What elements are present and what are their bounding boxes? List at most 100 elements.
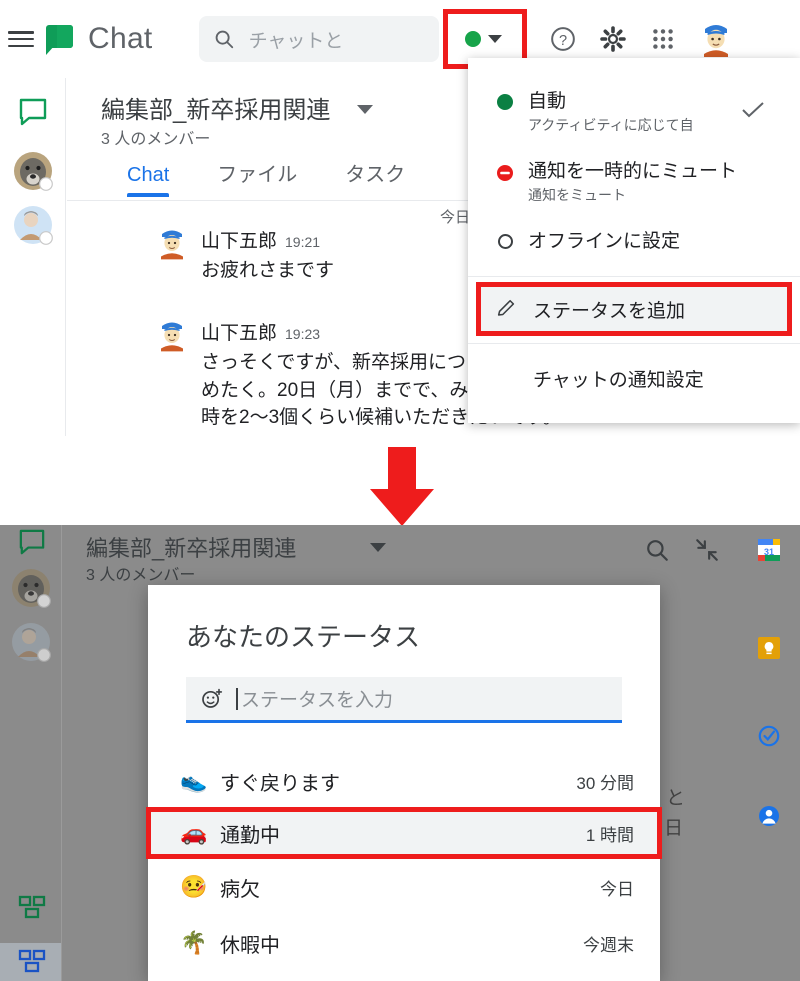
background-text-fragment: と (666, 788, 686, 809)
emoji-add-icon[interactable] (200, 687, 224, 711)
rooms-icon[interactable] (18, 895, 46, 919)
menu-item-title: 自動 (528, 91, 567, 112)
car-icon: 🚗 (180, 820, 208, 845)
rooms-icon-active[interactable] (18, 949, 46, 973)
status-option-duration: 今週末 (583, 935, 634, 955)
thread-title: 編集部_新卒採用関連 (101, 97, 331, 124)
status-dialog: あなたのステータス ステータスを入力 👟 すぐ戻ります 30 分間 🚗 通勤中 … (146, 585, 662, 981)
top-bar-icons: ? (549, 20, 733, 58)
dialog-title: あなたのステータス (186, 622, 421, 652)
chevron-down-icon[interactable] (370, 543, 386, 552)
tab-chat[interactable]: Chat (127, 164, 170, 197)
status-input-placeholder: ステータスを入力 (241, 690, 394, 711)
add-status-menu-item[interactable]: ステータスを追加 (481, 287, 787, 331)
pencil-icon (497, 299, 515, 316)
avatar-person[interactable] (10, 621, 52, 663)
red-mute-icon (492, 160, 518, 182)
message-row: 山下五郎 19:21 お疲れさまです (157, 226, 334, 285)
google-chat-logo (44, 22, 78, 56)
top-panel: Chat チャットと ? 編集部_新卒採用関連 3 人のメンバー Chat ファ… (0, 0, 800, 436)
google-contacts-icon[interactable] (758, 805, 780, 827)
google-calendar-icon[interactable]: 31 (758, 539, 780, 561)
thread-tabs: Chat ファイル タスク (127, 158, 405, 197)
chat-bubble-icon[interactable] (18, 98, 48, 126)
bottom-panel: 編集部_新卒採用関連 3 人のメンバー 31 と 日 あなたのステータス ステー… (0, 525, 800, 981)
menu-item-title: 通知を一時的にミュート (528, 161, 738, 182)
google-tasks-icon[interactable] (758, 725, 780, 747)
tab-files[interactable]: ファイル (217, 158, 297, 197)
message-text: お疲れさまです (201, 260, 335, 281)
menu-divider (468, 276, 800, 277)
message-author: 山下五郎 (201, 323, 278, 344)
collapse-icon[interactable] (694, 537, 720, 563)
account-avatar[interactable] (699, 20, 733, 58)
add-status-label: ステータスを追加 (533, 300, 686, 322)
settings-gear-icon[interactable] (599, 25, 627, 53)
menu-item-auto[interactable]: 自動 アクティビティに応じて自 (492, 90, 782, 134)
notification-settings-menu-item[interactable]: チャットの通知設定 (533, 365, 704, 392)
status-option-back-soon[interactable]: 👟 すぐ戻ります 30 分間 (148, 757, 660, 805)
thread-member-count: 3 人のメンバー (101, 131, 211, 148)
google-keep-icon[interactable] (758, 637, 780, 659)
bottom-member-count: 3 人のメンバー (86, 567, 196, 584)
menu-item-title: オフラインに設定 (528, 231, 681, 252)
status-option-duration: 今日 (600, 879, 634, 899)
search-input[interactable]: チャットと (198, 16, 439, 62)
status-button[interactable] (452, 22, 515, 56)
status-dropdown-menu: 自動 アクティビティに応じて自 通知を一時的にミュート 通知をミュート オフライ… (468, 58, 800, 423)
help-icon[interactable]: ? (549, 25, 577, 53)
search-icon[interactable] (644, 537, 670, 563)
rail-divider (61, 525, 62, 981)
chevron-down-icon (488, 35, 503, 43)
left-rail (0, 78, 66, 436)
menu-divider (468, 343, 800, 344)
message-time: 19:21 (285, 234, 321, 250)
screenshot-root: Chat チャットと ? 編集部_新卒採用関連 3 人のメンバー Chat ファ… (0, 0, 800, 981)
calendar-day-label: 31 (764, 547, 774, 557)
tab-tasks[interactable]: タスク (345, 158, 405, 197)
status-option-sick[interactable]: 🤒 病欠 今日 (148, 863, 660, 911)
status-option-commuting[interactable]: 🚗 通勤中 1 時間 (148, 809, 660, 857)
menu-item-offline[interactable]: オフラインに設定 (492, 230, 782, 254)
day-separator: 今日 (439, 209, 470, 226)
bottom-right-rail: 31 (742, 525, 800, 981)
checkmark-icon (742, 102, 764, 118)
shoe-icon: 👟 (180, 768, 208, 793)
status-option-label: 休暇中 (220, 934, 280, 957)
avatar (161, 230, 183, 260)
app-title: Chat (88, 22, 153, 55)
bottom-left-rail (0, 525, 62, 981)
search-placeholder: チャットと (248, 30, 344, 52)
sick-face-icon: 🤒 (180, 874, 208, 899)
menu-item-mute[interactable]: 通知を一時的にミュート 通知をミュート (492, 160, 782, 204)
offline-circle-icon (492, 230, 518, 249)
green-dot-icon (492, 90, 518, 110)
message-author: 山下五郎 (201, 231, 278, 252)
search-icon (215, 30, 233, 49)
hamburger-icon[interactable] (8, 29, 34, 49)
avatar-dog[interactable] (10, 567, 52, 609)
status-option-label: 通勤中 (220, 824, 280, 847)
status-option-duration: 1 時間 (585, 825, 634, 845)
apps-grid-icon[interactable] (649, 25, 677, 53)
status-text-input[interactable]: ステータスを入力 (186, 677, 622, 723)
chevron-down-icon[interactable] (357, 105, 373, 114)
status-option-label: すぐ戻ります (220, 772, 340, 795)
status-button-wrapper (442, 9, 527, 69)
avatar (161, 322, 183, 352)
red-down-arrow (370, 447, 434, 526)
chat-bubble-icon[interactable] (18, 529, 46, 555)
background-text-fragment: 日 (664, 818, 684, 839)
status-option-vacation[interactable]: 🌴 休暇中 今週末 (148, 919, 660, 967)
status-option-label: 病欠 (220, 878, 260, 901)
palm-tree-icon: 🌴 (180, 930, 208, 955)
avatar-person[interactable] (12, 204, 54, 246)
text-cursor (236, 687, 238, 710)
message-time: 19:23 (285, 326, 321, 342)
status-option-duration: 30 分間 (576, 773, 634, 793)
green-dot-available-icon (465, 31, 482, 47)
bottom-thread-title: 編集部_新卒採用関連 (86, 536, 297, 561)
svg-text:?: ? (559, 33, 567, 49)
menu-item-subtitle: アクティビティに応じて自 (528, 116, 694, 133)
avatar-dog[interactable] (12, 150, 54, 192)
